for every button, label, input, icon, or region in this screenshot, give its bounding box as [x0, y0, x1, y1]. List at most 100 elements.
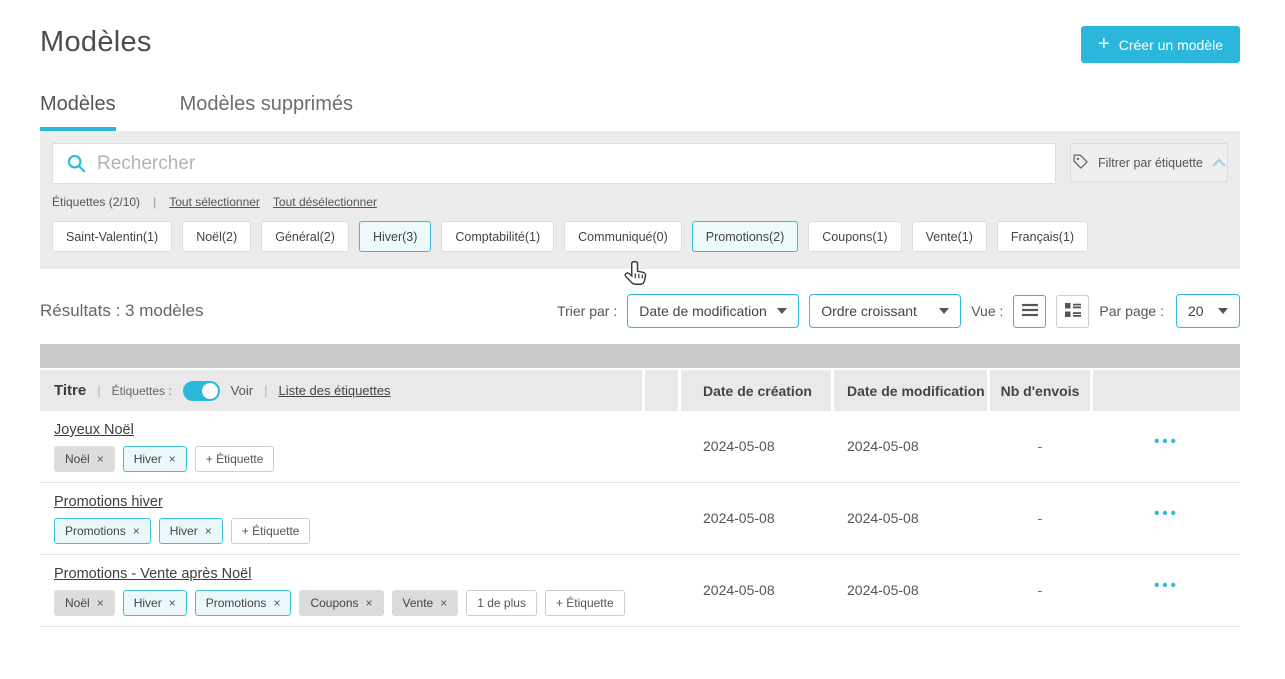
- deselect-all-link[interactable]: Tout désélectionner: [273, 195, 377, 209]
- caret-down-icon: [777, 308, 787, 314]
- send-count: -: [990, 483, 1090, 554]
- filter-tag-chip[interactable]: Promotions(2): [692, 221, 799, 252]
- add-tag-button[interactable]: + Étiquette: [545, 590, 625, 616]
- separator: |: [264, 383, 267, 398]
- results-toolbar: Résultats : 3 modèles Trier par : Date d…: [40, 294, 1240, 328]
- row-tag-label: 1 de plus: [477, 596, 526, 610]
- created-date: 2024-05-08: [681, 483, 831, 554]
- remove-tag-icon[interactable]: ×: [97, 596, 104, 610]
- column-actions: [1093, 370, 1240, 411]
- filter-tag-chip[interactable]: Comptabilité(1): [441, 221, 554, 252]
- filter-tag-chip[interactable]: Communiqué(0): [564, 221, 682, 252]
- row-tag-chip[interactable]: Hiver×: [159, 518, 223, 544]
- row-tag-label: Vente: [403, 596, 434, 610]
- list-view-icon: [1021, 303, 1039, 320]
- row-actions-menu[interactable]: •••: [1093, 483, 1240, 554]
- modified-date: 2024-05-08: [834, 411, 987, 482]
- row-tag-label: Noël: [65, 452, 90, 466]
- caret-down-icon: [939, 308, 949, 314]
- remove-tag-icon[interactable]: ×: [169, 596, 176, 610]
- row-tag-label: + Étiquette: [242, 524, 300, 538]
- more-tags-chip[interactable]: 1 de plus: [466, 590, 537, 616]
- column-spacer: [645, 555, 678, 626]
- remove-tag-icon[interactable]: ×: [205, 524, 212, 538]
- order-select[interactable]: Ordre croissant: [809, 294, 961, 328]
- row-tag-chip[interactable]: Promotions ×: [195, 590, 292, 616]
- table-horizontal-scrollbar[interactable]: [40, 344, 1240, 368]
- remove-tag-icon[interactable]: ×: [440, 596, 447, 610]
- filter-tag-chip[interactable]: Hiver(3): [359, 221, 431, 252]
- row-tag-label: Hiver: [134, 596, 162, 610]
- tags-meta-row: Étiquettes (2/10) | Tout sélectionner To…: [52, 195, 1228, 209]
- filter-tag-chip[interactable]: Saint-Valentin(1): [52, 221, 172, 252]
- sort-select[interactable]: Date de modification: [627, 294, 799, 328]
- row-tag-label: Promotions: [65, 524, 126, 538]
- remove-tag-icon[interactable]: ×: [366, 596, 373, 610]
- filter-tag-chip[interactable]: Français(1): [997, 221, 1088, 252]
- row-tag-chip[interactable]: Noël×: [54, 590, 115, 616]
- filter-tag-list: Saint-Valentin(1) Noël(2) Général(2) Hiver(…: [52, 209, 1228, 269]
- create-template-button[interactable]: + Créer un modèle: [1081, 26, 1240, 63]
- filter-tag-chip[interactable]: Vente(1): [912, 221, 987, 252]
- remove-tag-icon[interactable]: ×: [133, 524, 140, 538]
- remove-tag-icon[interactable]: ×: [97, 452, 104, 466]
- row-tag-list: Noël×Hiver×+ Étiquette: [54, 446, 642, 472]
- modified-date: 2024-05-08: [834, 483, 987, 554]
- filter-tag-chip[interactable]: Coupons(1): [808, 221, 901, 252]
- sort-value: Date de modification: [639, 303, 767, 319]
- remove-tag-icon[interactable]: ×: [169, 452, 176, 466]
- created-date: 2024-05-08: [681, 555, 831, 626]
- sort-label: Trier par :: [557, 303, 617, 319]
- filter-by-tag-button[interactable]: Filtrer par étiquette: [1070, 143, 1228, 182]
- toggle-knob: [202, 383, 218, 399]
- add-tag-button[interactable]: + Étiquette: [231, 518, 311, 544]
- page-title: Modèles: [40, 26, 152, 59]
- tags-list-link[interactable]: Liste des étiquettes: [278, 383, 390, 398]
- row-actions-menu[interactable]: •••: [1093, 411, 1240, 482]
- filter-by-tag-label: Filtrer par étiquette: [1098, 156, 1203, 170]
- page-header: Modèles + Créer un modèle: [40, 0, 1240, 63]
- filter-tag-chip[interactable]: Général(2): [261, 221, 349, 252]
- row-tag-chip[interactable]: Hiver ×: [123, 590, 187, 616]
- row-tag-chip[interactable]: Noël ×: [54, 446, 115, 472]
- select-all-link[interactable]: Tout sélectionner: [169, 195, 260, 209]
- tags-visibility-toggle[interactable]: [183, 381, 220, 401]
- per-page-select[interactable]: 20: [1176, 294, 1240, 328]
- row-tag-chip[interactable]: Hiver×: [123, 446, 187, 472]
- column-spacer: [645, 483, 678, 554]
- filter-tag-chip[interactable]: Noël(2): [182, 221, 251, 252]
- per-page-label: Par page :: [1099, 303, 1164, 319]
- separator: |: [97, 383, 100, 398]
- column-date-created: Date de création: [681, 370, 831, 411]
- template-title-link[interactable]: Joyeux Noël: [54, 422, 134, 438]
- column-send-count: Nb d'envois: [990, 370, 1090, 411]
- filter-panel: Filtrer par étiquette Étiquettes (2/10) …: [40, 131, 1240, 269]
- row-tag-chip[interactable]: Vente ×: [392, 590, 459, 616]
- chevron-up-icon: [1212, 156, 1226, 170]
- search-input[interactable]: [52, 143, 1056, 184]
- search-box: [52, 143, 1056, 184]
- order-value: Ordre croissant: [821, 303, 917, 319]
- column-title: Titre: [54, 382, 86, 399]
- template-title-link[interactable]: Promotions hiver: [54, 494, 163, 510]
- remove-tag-icon[interactable]: ×: [273, 596, 280, 610]
- tab-modeles-supprimes[interactable]: Modèles supprimés: [180, 93, 353, 131]
- tab-modeles[interactable]: Modèles: [40, 93, 116, 131]
- row-actions-menu[interactable]: •••: [1093, 555, 1240, 626]
- table-header: Titre | Étiquettes : Voir | Liste des ét…: [40, 370, 1240, 411]
- modified-date: 2024-05-08: [834, 555, 987, 626]
- list-view-button[interactable]: [1013, 295, 1046, 328]
- grid-view-icon: [1064, 302, 1082, 321]
- row-tag-list: Noël× Hiver × Promotions × Coupons × Vente × 1 de…: [54, 590, 642, 616]
- plus-icon: +: [1098, 34, 1110, 54]
- template-title-link[interactable]: Promotions - Vente après Noël: [54, 566, 251, 582]
- row-tag-label: Coupons: [310, 596, 358, 610]
- table-row: Joyeux Noël Noël×Hiver×+ Étiquette 2024-…: [40, 411, 1240, 483]
- row-tag-label: Promotions: [206, 596, 267, 610]
- row-tag-list: Promotions×Hiver×+ Étiquette: [54, 518, 642, 544]
- row-tag-chip[interactable]: Promotions ×: [54, 518, 151, 544]
- grid-view-button[interactable]: [1056, 295, 1089, 328]
- send-count: -: [990, 555, 1090, 626]
- row-tag-chip[interactable]: Coupons ×: [299, 590, 383, 616]
- add-tag-button[interactable]: + Étiquette: [195, 446, 275, 472]
